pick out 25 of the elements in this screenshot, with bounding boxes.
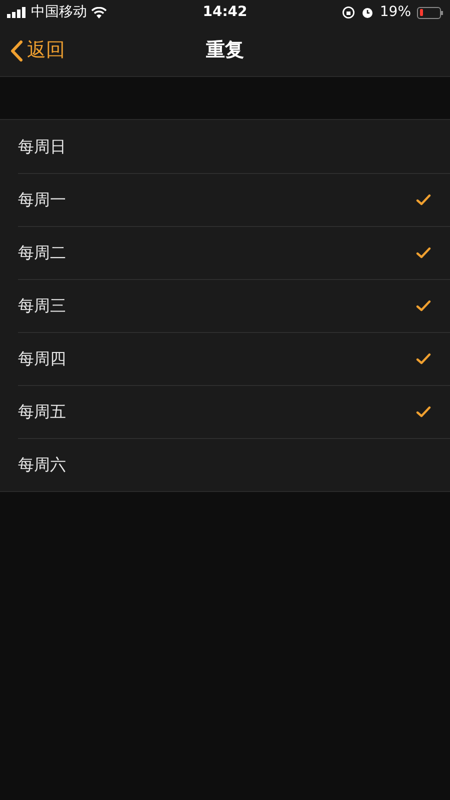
day-row[interactable]: 每周四 <box>18 332 450 385</box>
day-row[interactable]: 每周二 <box>18 226 450 279</box>
wifi-icon <box>91 6 107 18</box>
back-button[interactable]: 返回 <box>0 36 65 65</box>
day-label: 每周四 <box>18 348 67 370</box>
page-title: 重复 <box>206 38 244 64</box>
day-row[interactable]: 每周五 <box>18 385 450 438</box>
day-label: 每周三 <box>18 295 67 317</box>
day-row[interactable]: 每周三 <box>18 279 450 332</box>
carrier-name: 中国移动 <box>31 3 87 22</box>
day-label: 每周六 <box>18 454 67 476</box>
rotation-lock-icon <box>342 6 355 19</box>
signal-icon <box>7 7 27 18</box>
day-label: 每周五 <box>18 401 67 423</box>
chevron-left-icon <box>10 40 23 62</box>
battery-percent: 19% <box>380 3 411 22</box>
day-row[interactable]: 每周日 <box>18 120 450 173</box>
day-row[interactable]: 每周一 <box>18 173 450 226</box>
day-row[interactable]: 每周六 <box>18 438 450 491</box>
day-label: 每周日 <box>18 136 67 158</box>
clock-time: 14:42 <box>202 3 248 22</box>
battery-icon <box>417 6 443 18</box>
day-label: 每周二 <box>18 242 67 264</box>
alarm-icon <box>360 6 374 19</box>
day-label: 每周一 <box>18 189 67 211</box>
